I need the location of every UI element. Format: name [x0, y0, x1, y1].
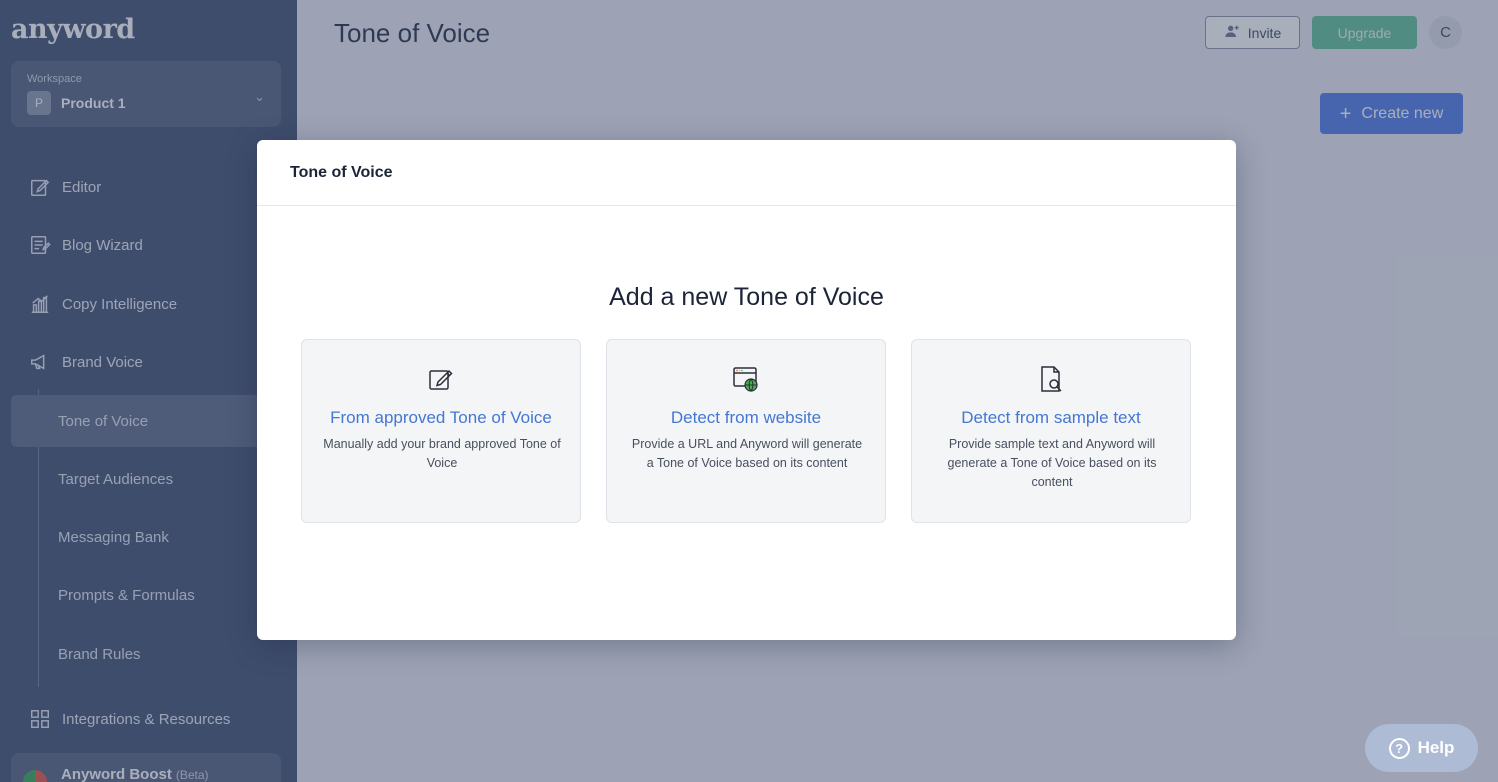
- option-description: Provide sample text and Anyword will gen…: [947, 437, 1157, 489]
- question-icon: ?: [1388, 737, 1410, 759]
- option-detect-website[interactable]: Detect from website Provide a URL and An…: [606, 339, 886, 523]
- option-title: Detect from website: [670, 408, 822, 427]
- option-approved-tone[interactable]: From approved Tone of Voice Manually add…: [301, 339, 581, 523]
- document-search-icon: [912, 364, 1190, 394]
- help-button[interactable]: ? Help: [1365, 724, 1478, 772]
- modal-heading: Add a new Tone of Voice: [609, 283, 884, 311]
- tone-of-voice-modal: Tone of Voice Add a new Tone of Voice Fr…: [257, 140, 1236, 640]
- option-title: Detect from sample text: [961, 408, 1141, 427]
- help-label: Help: [1417, 738, 1455, 757]
- website-globe-icon: [607, 364, 885, 394]
- option-description: Provide a URL and Anyword will generate …: [631, 437, 863, 470]
- option-detect-sample-text[interactable]: Detect from sample text Provide sample t…: [911, 339, 1191, 523]
- modal-header: Tone of Voice: [257, 140, 1236, 206]
- option-description: Manually add your brand approved Tone of…: [323, 437, 561, 470]
- modal-title: Tone of Voice: [290, 163, 393, 181]
- option-title: From approved Tone of Voice: [330, 408, 552, 427]
- edit-note-icon: [302, 364, 580, 394]
